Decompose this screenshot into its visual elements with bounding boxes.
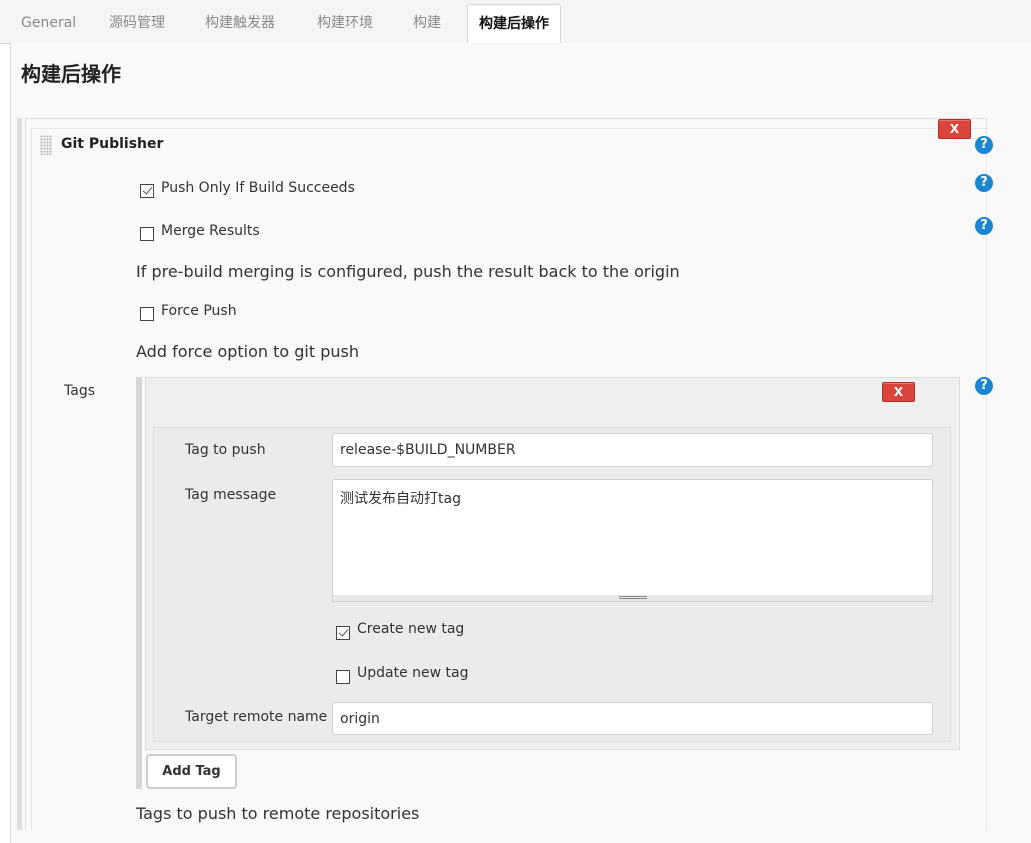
tag-message-label: Tag message bbox=[185, 487, 277, 503]
tab-build[interactable]: 构建 bbox=[413, 4, 441, 44]
tags-label: Tags bbox=[64, 383, 95, 399]
add-tag-button[interactable]: Add Tag bbox=[146, 754, 237, 789]
merge-results-description: If pre-build merging is configured, push… bbox=[136, 262, 680, 281]
update-new-tag-checkbox[interactable] bbox=[336, 670, 350, 684]
help-icon[interactable]: ? bbox=[975, 377, 993, 395]
tags-stripe bbox=[136, 377, 142, 789]
force-push-checkbox[interactable] bbox=[140, 307, 154, 321]
section-title: 构建后操作 bbox=[21, 62, 121, 86]
tag-message-textarea[interactable]: 测试发布自动打tag bbox=[332, 479, 933, 596]
tab-source-control[interactable]: 源码管理 bbox=[109, 4, 165, 44]
tab-general[interactable]: General bbox=[21, 4, 76, 44]
tab-build-environment[interactable]: 构建环境 bbox=[317, 4, 373, 44]
tag-to-push-input[interactable]: release-$BUILD_NUMBER bbox=[332, 433, 933, 467]
target-remote-input[interactable]: origin bbox=[332, 702, 933, 735]
drag-handle-icon[interactable] bbox=[40, 135, 52, 155]
push-only-if-success-label: Push Only If Build Succeeds bbox=[161, 180, 355, 196]
delete-publisher-button[interactable]: X bbox=[938, 119, 971, 139]
tag-to-push-label: Tag to push bbox=[185, 442, 266, 458]
git-publisher-title: Git Publisher bbox=[61, 136, 164, 152]
help-icon[interactable]: ? bbox=[975, 174, 993, 192]
merge-results-checkbox[interactable] bbox=[140, 227, 154, 241]
force-push-description: Add force option to git push bbox=[136, 342, 359, 361]
delete-tag-button[interactable]: X bbox=[882, 382, 915, 402]
config-tab-bar: General 源码管理 构建触发器 构建环境 构建 构建后操作 bbox=[0, 0, 1031, 45]
tags-description: Tags to push to remote repositories bbox=[136, 804, 420, 823]
update-new-tag-label: Update new tag bbox=[357, 665, 469, 681]
tab-post-build-actions[interactable]: 构建后操作 bbox=[467, 4, 561, 45]
target-remote-label: Target remote name bbox=[185, 709, 328, 725]
help-icon[interactable]: ? bbox=[975, 217, 993, 235]
force-push-label: Force Push bbox=[161, 303, 237, 319]
create-new-tag-checkbox[interactable] bbox=[336, 626, 350, 640]
help-icon[interactable]: ? bbox=[975, 136, 993, 154]
section-stripe bbox=[17, 118, 22, 830]
push-only-if-success-checkbox[interactable] bbox=[140, 184, 154, 198]
merge-results-label: Merge Results bbox=[161, 223, 260, 239]
create-new-tag-label: Create new tag bbox=[357, 621, 465, 637]
tab-build-triggers[interactable]: 构建触发器 bbox=[205, 4, 275, 44]
textarea-resize-handle[interactable] bbox=[332, 595, 933, 602]
resize-grip-icon bbox=[619, 596, 647, 599]
